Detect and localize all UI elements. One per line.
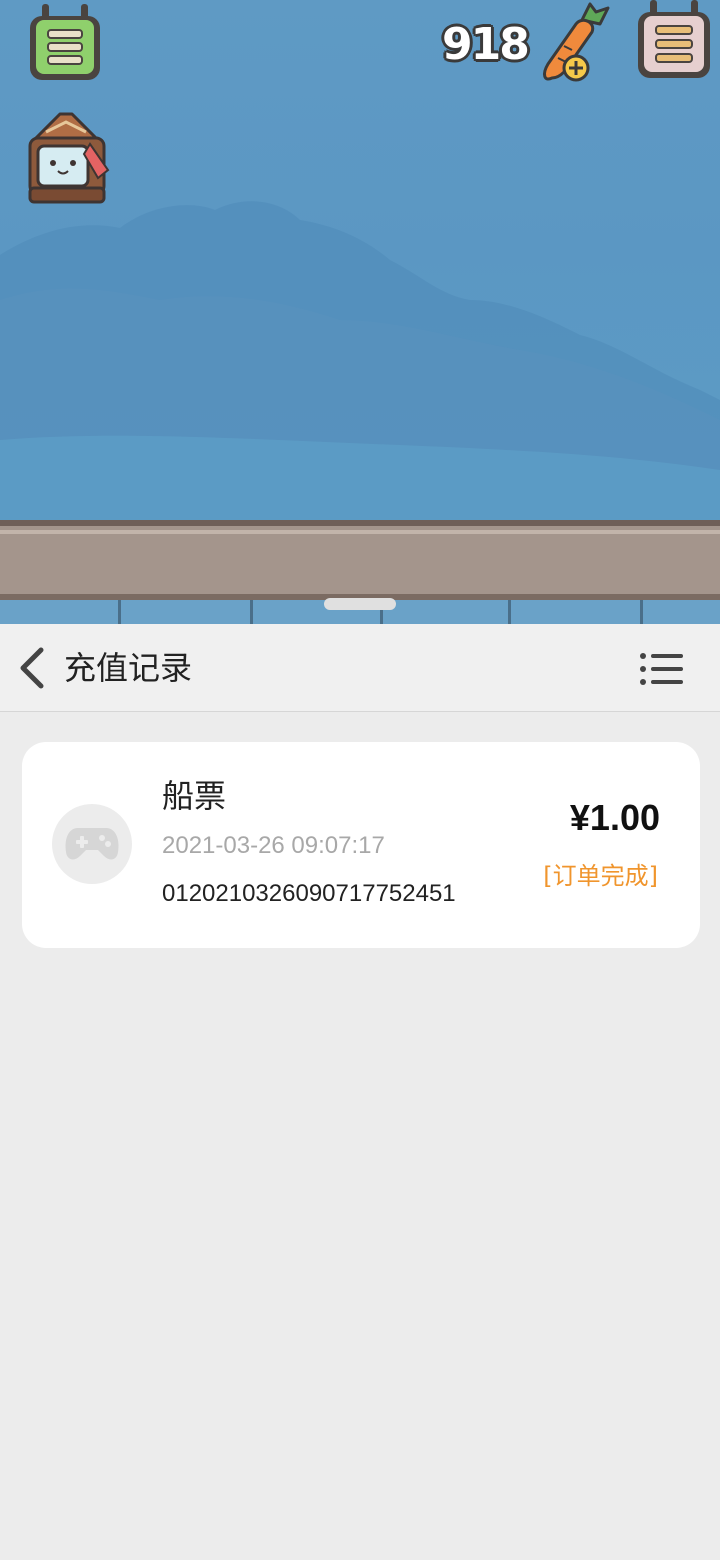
gamepad-icon — [52, 804, 132, 884]
game-background: 918 — [0, 0, 720, 626]
carrot-add-icon[interactable] — [538, 2, 614, 88]
recharge-sheet: 充值记录 船票 2021-03-26 09:07:17 012021032609… — [0, 624, 720, 1560]
ship-deck — [0, 520, 720, 600]
notebook-menu-icon[interactable] — [636, 0, 710, 78]
status-badge: [订单完成] — [543, 862, 658, 890]
record-name: 船票 — [162, 777, 227, 815]
coin-count: 918 — [442, 19, 530, 70]
lantern-mascot-icon[interactable] — [20, 110, 114, 210]
sheet-drag-handle[interactable] — [324, 598, 396, 610]
chevron-left-icon[interactable] — [10, 644, 54, 692]
header-bar: 充值记录 — [0, 624, 720, 712]
record-amount: ¥1.00 — [569, 797, 660, 838]
record-time: 2021-03-26 09:07:17 — [162, 832, 385, 859]
record-card[interactable]: 船票 2021-03-26 09:07:17 01202103260907177… — [22, 742, 700, 948]
record-order-number: 0120210326090717752451 — [162, 880, 456, 907]
page-title: 充值记录 — [64, 649, 193, 687]
notebook-menu-icon[interactable] — [28, 4, 102, 80]
list-menu-icon[interactable] — [636, 648, 686, 690]
